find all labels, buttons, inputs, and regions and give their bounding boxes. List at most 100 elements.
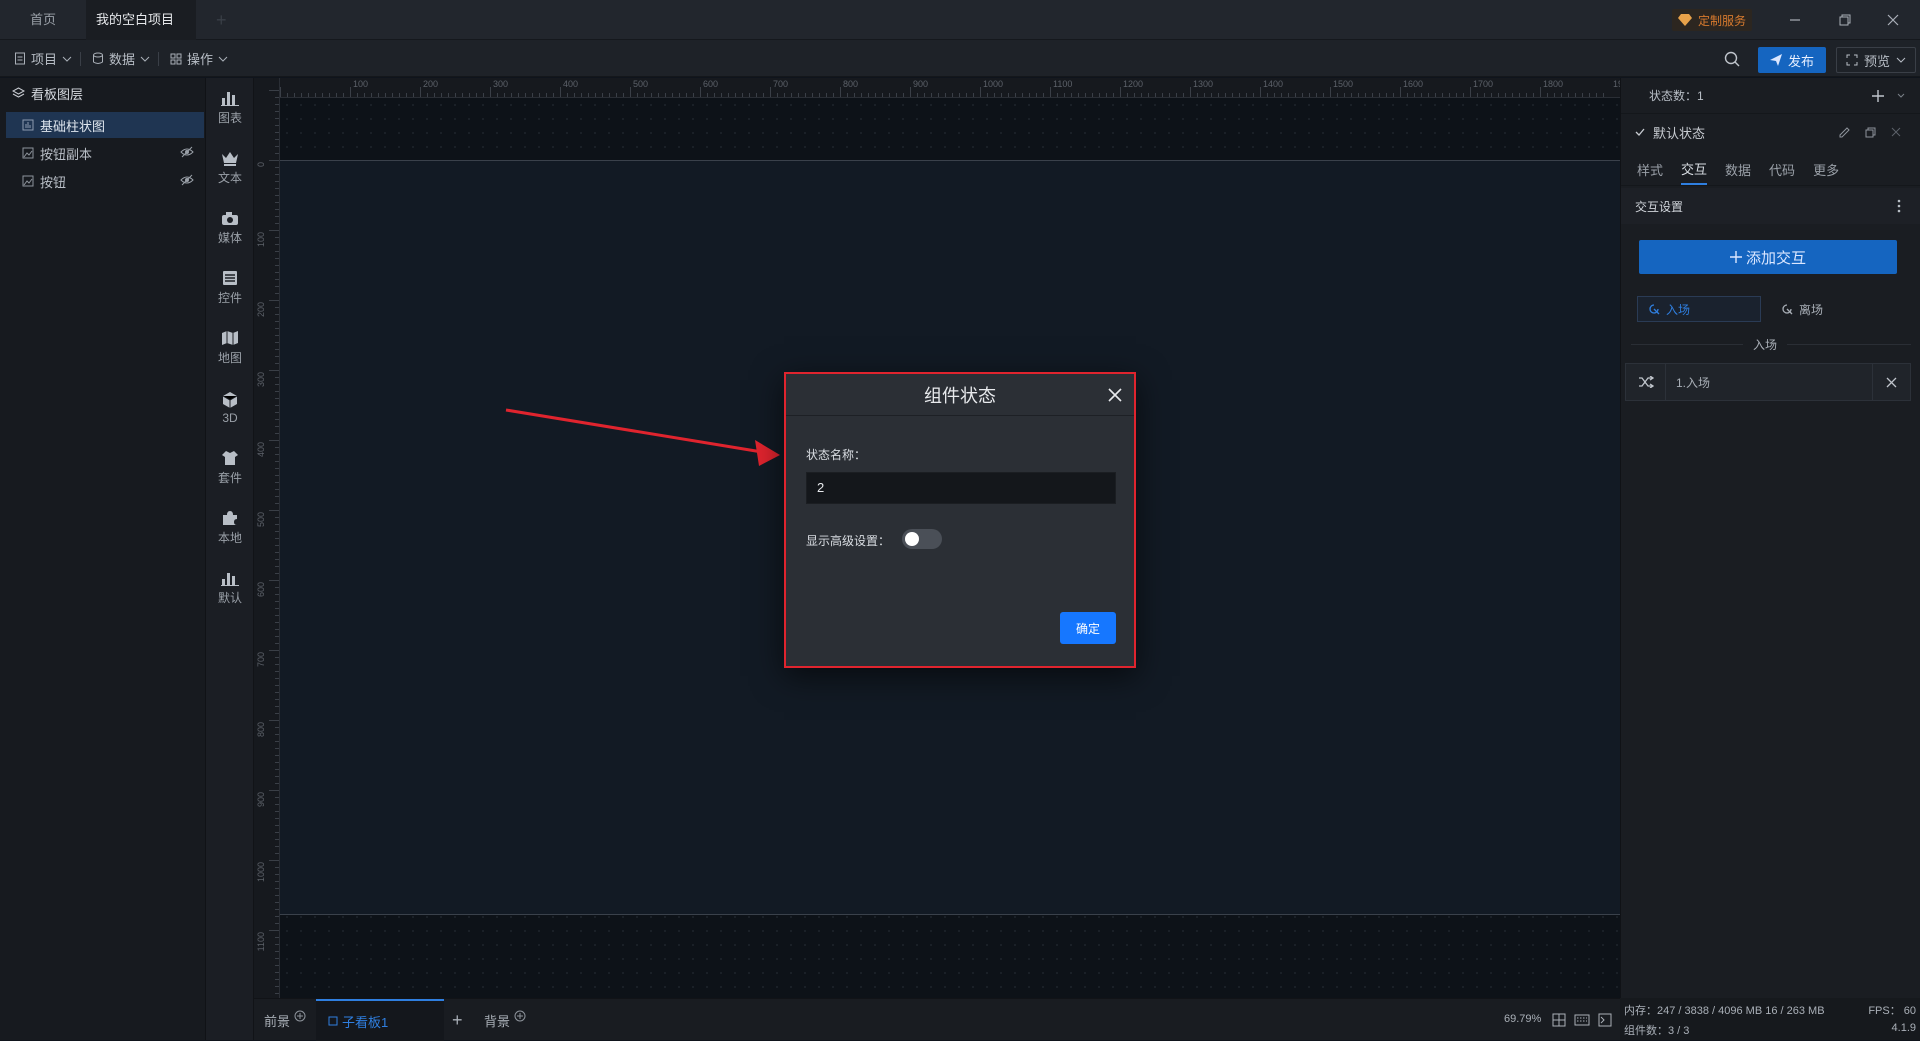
copy-icon[interactable] — [1865, 127, 1876, 138]
add-circle-icon[interactable] — [514, 1010, 526, 1022]
leave-button[interactable]: 离场 — [1771, 296, 1895, 322]
eye-hidden-icon[interactable] — [180, 174, 194, 186]
ruler-tick — [336, 93, 337, 97]
ruler-tick — [805, 93, 806, 97]
component-default[interactable]: 默认 — [206, 558, 254, 618]
enter-button[interactable]: 入场 — [1637, 296, 1761, 322]
tab-interaction[interactable]: 交互 — [1681, 155, 1708, 185]
remove-interaction-button[interactable] — [1872, 364, 1910, 400]
shirt-icon — [222, 451, 238, 465]
ruler-tick — [910, 87, 911, 97]
ruler-tick — [275, 496, 279, 497]
ruler-tick — [275, 342, 279, 343]
ruler-tick — [826, 93, 827, 97]
tab-background[interactable]: 背景 — [484, 999, 526, 1041]
ruler-tick — [700, 87, 701, 97]
tab-code[interactable]: 代码 — [1769, 155, 1795, 185]
eye-hidden-icon[interactable] — [180, 146, 194, 158]
image-layer-icon — [22, 175, 34, 187]
layer-item[interactable]: 按钮 — [6, 168, 204, 194]
ruler-tick — [1337, 93, 1338, 97]
ruler-tick — [504, 93, 505, 97]
ruler-tick — [1456, 93, 1457, 97]
ruler-tick-label: 800 — [256, 722, 266, 738]
add-circle-icon[interactable] — [294, 1010, 306, 1022]
component-media[interactable]: 媒体 — [206, 198, 254, 258]
add-board-button[interactable]: + — [452, 999, 463, 1041]
custom-service-button[interactable]: 定制服务 — [1672, 9, 1753, 31]
more-vertical-icon[interactable] — [1897, 199, 1901, 213]
background-label: 背景 — [484, 1013, 511, 1029]
ruler-tick — [275, 559, 279, 560]
close-icon[interactable] — [1891, 127, 1901, 137]
component-map[interactable]: 地图 — [206, 318, 254, 378]
keyboard-icon[interactable] — [1574, 1014, 1590, 1026]
component-3d[interactable]: 3D — [206, 378, 254, 438]
layer-item[interactable]: 基础柱状图 — [6, 112, 204, 138]
ruler-tick — [1022, 93, 1023, 97]
ruler-tick — [1197, 93, 1198, 97]
menu-project[interactable]: 项目 — [14, 40, 72, 77]
restore-button[interactable] — [1822, 0, 1868, 40]
tab-sub-board[interactable]: 子看板1 — [316, 999, 444, 1041]
dialog-title: 组件状态 — [924, 385, 996, 406]
ruler-tick — [275, 97, 279, 98]
state-name-input[interactable]: 2 — [806, 472, 1116, 504]
component-kits[interactable]: 套件 — [206, 438, 254, 498]
menu-operation[interactable]: 操作 — [170, 40, 228, 77]
ruler-tick — [275, 566, 279, 567]
chevron-down-icon[interactable] — [1897, 93, 1905, 99]
ruler-tick — [854, 93, 855, 97]
dialog-close-button[interactable] — [1104, 384, 1126, 406]
ruler-tick-label: 700 — [773, 79, 789, 89]
tab-project[interactable]: 我的空白项目 — [86, 0, 196, 65]
diamond-icon — [1678, 14, 1692, 26]
add-tab-button[interactable]: + — [206, 0, 237, 40]
ruler-tick — [275, 594, 279, 595]
ruler-tick — [275, 363, 279, 364]
ruler-tick — [275, 237, 279, 238]
ruler-tick — [275, 146, 279, 147]
ruler-tick — [1260, 87, 1261, 97]
add-state-icon[interactable] — [1871, 89, 1885, 103]
tab-data[interactable]: 数据 — [1725, 155, 1751, 185]
ruler-tick-label: 100 — [353, 79, 369, 89]
zoom-level[interactable]: 69.79% — [1504, 1013, 1541, 1025]
ruler-tick — [287, 93, 288, 97]
search-button[interactable] — [1724, 51, 1740, 67]
tab-style[interactable]: 样式 — [1637, 155, 1663, 185]
close-window-button[interactable] — [1870, 0, 1916, 40]
default-state-label: 默认状态 — [1653, 125, 1706, 141]
layer-item[interactable]: 按钮副本 — [6, 140, 204, 166]
tab-more[interactable]: 更多 — [1813, 155, 1839, 185]
ruler-tick — [1029, 93, 1030, 97]
tab-home[interactable]: 首页 — [20, 0, 66, 40]
ruler-tick — [1092, 93, 1093, 97]
ruler-tick — [1141, 93, 1142, 97]
confirm-button[interactable]: 确定 — [1060, 612, 1116, 644]
ruler-tick — [275, 993, 279, 994]
edit-icon[interactable] — [1839, 127, 1850, 138]
fit-screen-icon[interactable] — [1552, 1013, 1566, 1027]
publish-button[interactable]: 发布 — [1758, 47, 1826, 73]
dialog-header: 组件状态 — [786, 374, 1134, 416]
tab-foreground[interactable]: 前景 — [264, 999, 306, 1041]
ruler-tick — [553, 93, 554, 97]
terminal-icon[interactable] — [1598, 1013, 1612, 1027]
ruler-tick — [275, 587, 279, 588]
component-charts[interactable]: 图表 — [206, 78, 254, 138]
toolbar: 项目 数据 操作 — [0, 40, 1920, 77]
ruler-tick-label: 600 — [703, 79, 719, 89]
advanced-settings-toggle[interactable] — [902, 529, 942, 549]
minimize-button[interactable] — [1772, 0, 1818, 40]
default-state-row[interactable]: 默认状态 — [1621, 114, 1920, 150]
component-local[interactable]: 本地 — [206, 498, 254, 558]
interaction-type[interactable] — [1626, 364, 1666, 400]
interaction-item[interactable]: 1.入场 — [1625, 363, 1911, 401]
component-text[interactable]: 文本 — [206, 138, 254, 198]
component-widgets[interactable]: 控件 — [206, 258, 254, 318]
preview-button[interactable]: 预览 — [1836, 47, 1916, 73]
add-interaction-button[interactable]: 添加交互 — [1639, 240, 1897, 274]
menu-data[interactable]: 数据 — [92, 40, 150, 77]
ruler-tick — [308, 93, 309, 97]
